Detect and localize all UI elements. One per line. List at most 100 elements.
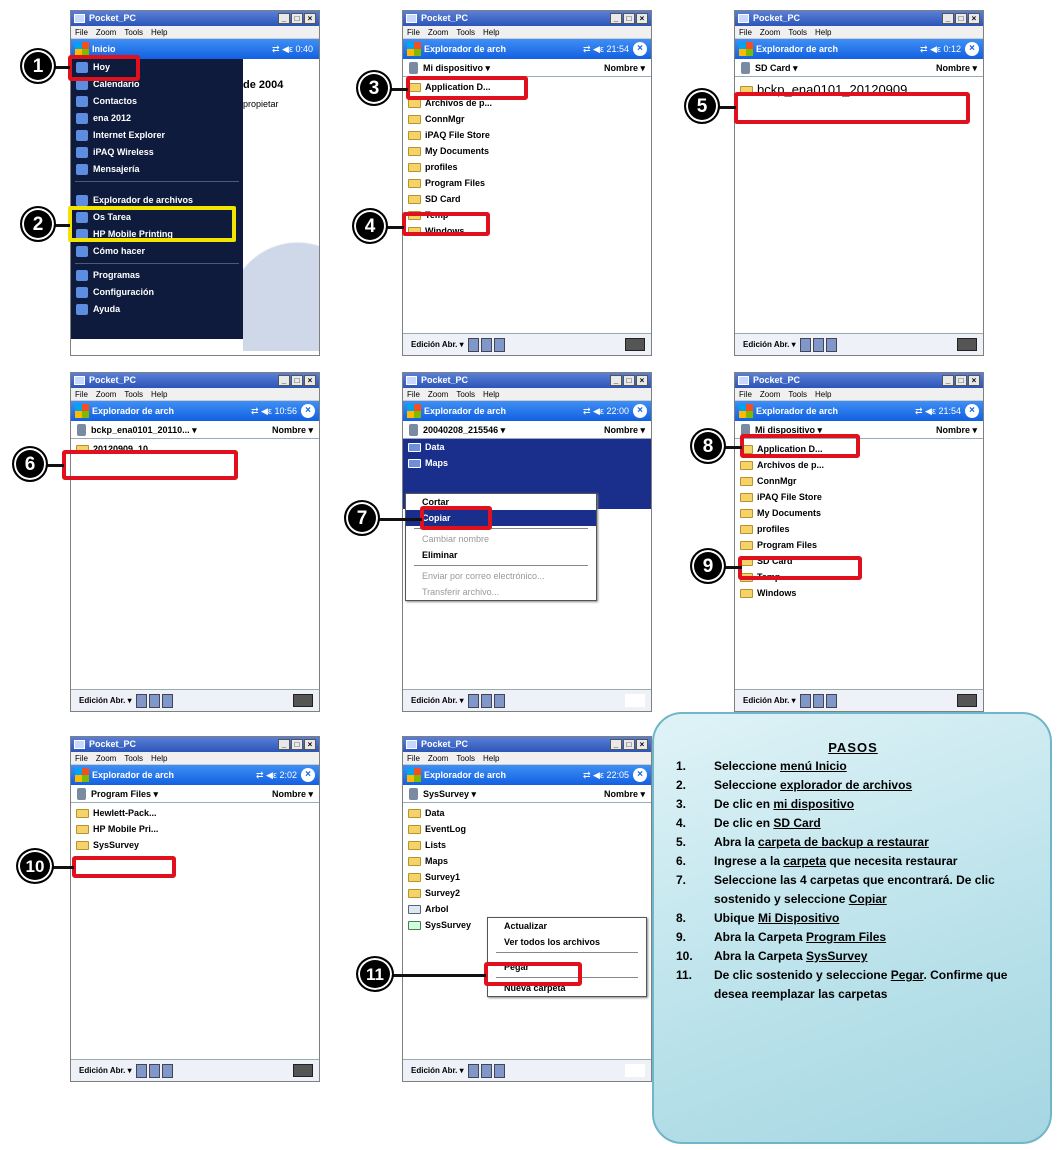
maximize-button[interactable]: □ — [955, 375, 967, 386]
keyboard-icon[interactable] — [293, 694, 313, 707]
pen-icon[interactable] — [625, 694, 645, 707]
close-ok-icon[interactable]: × — [633, 768, 647, 782]
maximize-button[interactable]: □ — [623, 375, 635, 386]
menu-transfer[interactable]: Transferir archivo... — [406, 584, 596, 600]
start-item-como-hacer[interactable]: Cómo hacer — [71, 243, 243, 260]
close-button[interactable]: × — [636, 739, 648, 750]
file-item[interactable]: Data — [403, 805, 651, 821]
file-item[interactable]: iPAQ File Store — [735, 489, 983, 505]
minimize-button[interactable]: _ — [610, 739, 622, 750]
keyboard-icon[interactable] — [957, 338, 977, 351]
share-icon[interactable] — [825, 693, 837, 708]
file-item[interactable]: Lists — [403, 837, 651, 853]
menu-tools[interactable]: Tools — [788, 28, 807, 37]
folder-dropdown[interactable]: bckp_ena0101_20110... ▾ Nombre ▾ — [71, 421, 319, 439]
start-item-contactos[interactable]: Contactos — [71, 93, 243, 110]
edit-open-menu[interactable]: Edición Abr. ▾ — [411, 340, 464, 349]
menu-zoom[interactable]: Zoom — [96, 754, 116, 763]
menu-zoom[interactable]: Zoom — [428, 28, 448, 37]
keyboard-icon[interactable] — [625, 338, 645, 351]
share-icon[interactable] — [493, 693, 505, 708]
device-icon[interactable] — [799, 693, 811, 708]
sort-dropdown[interactable]: Nombre ▾ — [604, 59, 645, 77]
maximize-button[interactable]: □ — [623, 13, 635, 24]
close-ok-icon[interactable]: × — [301, 404, 315, 418]
close-ok-icon[interactable]: × — [633, 404, 647, 418]
file-item[interactable]: Survey1 — [403, 869, 651, 885]
device-icon[interactable] — [135, 693, 147, 708]
start-item-ipaq-wireless[interactable]: iPAQ Wireless — [71, 144, 243, 161]
file-item[interactable]: My Documents — [735, 505, 983, 521]
file-item[interactable]: Program Files — [403, 175, 651, 191]
windows-flag-icon[interactable] — [407, 768, 421, 782]
menu-help[interactable]: Help — [815, 28, 831, 37]
card-icon[interactable] — [480, 693, 492, 708]
close-ok-icon[interactable]: × — [301, 768, 315, 782]
keyboard-icon[interactable] — [957, 694, 977, 707]
menu-file[interactable]: File — [407, 28, 420, 37]
menu-tools[interactable]: Tools — [124, 754, 143, 763]
file-item-program-files[interactable]: Program Files — [735, 537, 983, 553]
card-icon[interactable] — [148, 1063, 160, 1078]
file-item-selected[interactable]: Maps — [403, 455, 651, 471]
close-ok-icon[interactable]: × — [965, 404, 979, 418]
edit-open-menu[interactable]: Edición Abr. ▾ — [79, 696, 132, 705]
start-item-configuracion[interactable]: Configuración — [71, 284, 243, 301]
file-item[interactable]: ConnMgr — [403, 111, 651, 127]
maximize-button[interactable]: □ — [291, 739, 303, 750]
menu-help[interactable]: Help — [815, 390, 831, 399]
file-item[interactable]: Arbol — [403, 901, 651, 917]
device-icon[interactable] — [467, 693, 479, 708]
menu-help[interactable]: Help — [483, 754, 499, 763]
start-item-internet-explorer[interactable]: Internet Explorer — [71, 127, 243, 144]
start-item-mensajeria[interactable]: Mensajería — [71, 161, 243, 178]
keyboard-icon[interactable] — [293, 1064, 313, 1077]
file-item[interactable]: Maps — [403, 853, 651, 869]
menu-tools[interactable]: Tools — [124, 28, 143, 37]
menu-tools[interactable]: Tools — [124, 390, 143, 399]
menu-refresh[interactable]: Actualizar — [488, 918, 646, 934]
sort-dropdown[interactable]: Nombre ▾ — [272, 421, 313, 439]
file-item[interactable]: Survey2 — [403, 885, 651, 901]
close-ok-icon[interactable]: × — [965, 42, 979, 56]
sort-dropdown[interactable]: Nombre ▾ — [936, 59, 977, 77]
file-item[interactable]: Hewlett-Pack... — [71, 805, 319, 821]
minimize-button[interactable]: _ — [278, 13, 290, 24]
file-item-syssurvey[interactable]: SysSurvey — [71, 837, 319, 853]
minimize-button[interactable]: _ — [942, 375, 954, 386]
edit-open-menu[interactable]: Edición Abr. ▾ — [743, 696, 796, 705]
folder-dropdown[interactable]: 20040208_215546 ▾ Nombre ▾ — [403, 421, 651, 439]
menu-tools[interactable]: Tools — [788, 390, 807, 399]
edit-open-menu[interactable]: Edición Abr. ▾ — [743, 340, 796, 349]
minimize-button[interactable]: _ — [278, 739, 290, 750]
menu-show-all-files[interactable]: Ver todos los archivos — [488, 934, 646, 950]
file-item[interactable]: Archivos de p... — [735, 457, 983, 473]
file-item[interactable]: My Documents — [403, 143, 651, 159]
share-icon[interactable] — [161, 693, 173, 708]
close-button[interactable]: × — [304, 13, 316, 24]
menu-zoom[interactable]: Zoom — [96, 390, 116, 399]
menu-tools[interactable]: Tools — [456, 28, 475, 37]
file-item[interactable]: HP Mobile Pri... — [71, 821, 319, 837]
file-item[interactable]: iPAQ File Store — [403, 127, 651, 143]
card-icon[interactable] — [480, 1063, 492, 1078]
file-item[interactable]: ConnMgr — [735, 473, 983, 489]
file-item[interactable]: profiles — [735, 521, 983, 537]
close-button[interactable]: × — [304, 739, 316, 750]
menu-zoom[interactable]: Zoom — [428, 754, 448, 763]
menu-file[interactable]: File — [739, 28, 752, 37]
device-icon[interactable] — [467, 1063, 479, 1078]
close-button[interactable]: × — [968, 375, 980, 386]
folder-dropdown[interactable]: Program Files ▾ Nombre ▾ — [71, 785, 319, 803]
minimize-button[interactable]: _ — [278, 375, 290, 386]
close-button[interactable]: × — [636, 13, 648, 24]
share-icon[interactable] — [161, 1063, 173, 1078]
maximize-button[interactable]: □ — [291, 13, 303, 24]
pen-icon[interactable] — [625, 1064, 645, 1077]
file-item[interactable]: Windows — [735, 585, 983, 601]
sort-dropdown[interactable]: Nombre ▾ — [936, 421, 977, 439]
minimize-button[interactable]: _ — [942, 13, 954, 24]
menu-help[interactable]: Help — [483, 28, 499, 37]
minimize-button[interactable]: _ — [610, 375, 622, 386]
sort-dropdown[interactable]: Nombre ▾ — [272, 785, 313, 803]
